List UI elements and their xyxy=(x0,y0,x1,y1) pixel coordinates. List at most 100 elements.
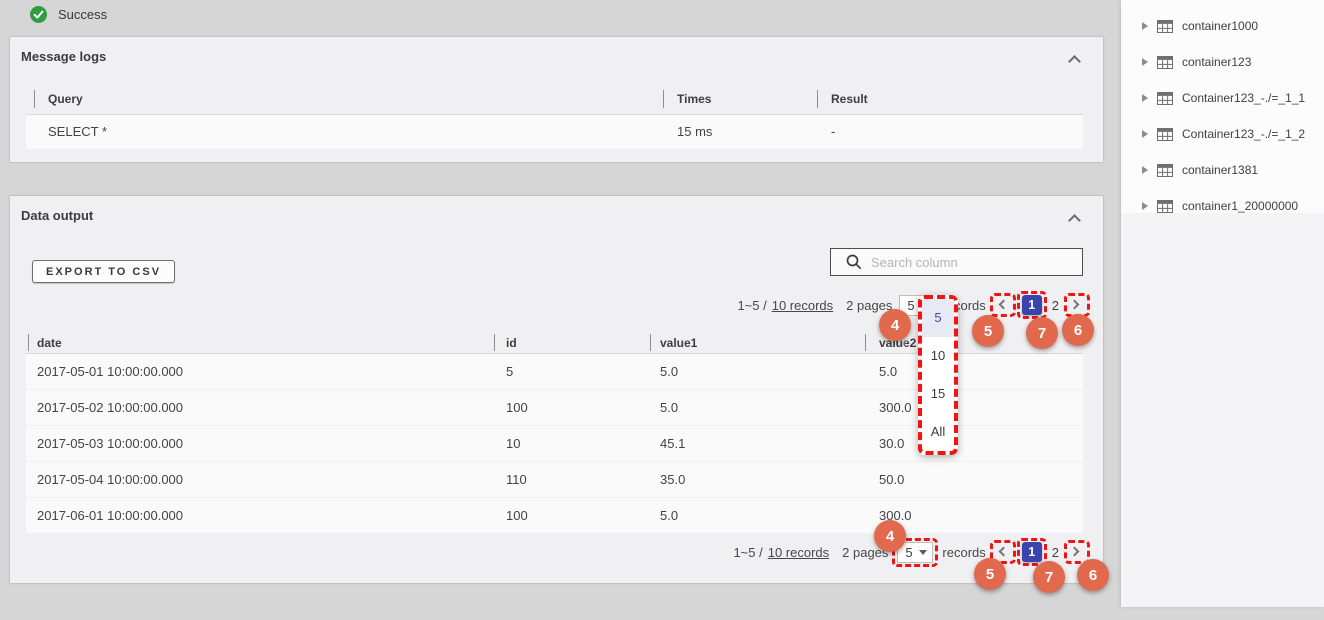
annotation-badge-5: 5 xyxy=(974,558,1006,590)
expand-arrow-icon[interactable] xyxy=(1142,58,1148,66)
message-logs-panel: Message logs Query Times Result SELECT *… xyxy=(10,37,1103,162)
column-header-times: Times xyxy=(677,92,711,106)
cell-date: 2017-05-03 10:00:00.000 xyxy=(37,426,183,461)
expand-arrow-icon[interactable] xyxy=(1142,130,1148,138)
tree-item-label: container1381 xyxy=(1182,163,1258,177)
cell-value1: 5.0 xyxy=(660,498,678,533)
column-header-value1[interactable]: value1 xyxy=(660,336,697,350)
tree-item-container1000[interactable]: container1000 xyxy=(1121,8,1324,44)
cell-value2: 50.0 xyxy=(879,462,904,497)
page-size-option-15[interactable]: 15 xyxy=(922,375,954,413)
page-size-option-5[interactable]: 5 xyxy=(922,299,954,337)
container-tree-sidebar: container1000 container123 xyxy=(1121,0,1324,607)
annotation-badge-5: 5 xyxy=(972,315,1004,347)
table-row: 2017-06-01 10:00:00.000 100 5.0 300.0 xyxy=(26,498,1083,533)
tree-item-label: container123 xyxy=(1182,55,1251,69)
records-count-link[interactable]: 10 records xyxy=(768,545,829,560)
chevron-up-icon xyxy=(1068,214,1081,227)
column-separator xyxy=(865,334,866,351)
chevron-left-icon xyxy=(998,300,1008,310)
expand-arrow-icon[interactable] xyxy=(1142,202,1148,210)
data-output-panel: Data output EXPORT TO CSV 1~5 / 10 recor… xyxy=(10,196,1103,583)
annotation-badge-6: 6 xyxy=(1062,314,1094,346)
page-size-option-10[interactable]: 10 xyxy=(922,337,954,375)
caret-down-icon xyxy=(919,550,927,555)
data-output-title: Data output xyxy=(21,208,93,223)
annotation-badge-6: 6 xyxy=(1077,559,1109,591)
column-header-id[interactable]: id xyxy=(506,336,517,350)
page-size-dropdown-menu: 5 10 15 All xyxy=(918,295,958,455)
pages-count: 2 pages xyxy=(846,298,892,313)
prev-page-button[interactable] xyxy=(995,297,1011,313)
cell-value2: 5.0 xyxy=(879,354,897,389)
table-grid-icon xyxy=(1157,20,1173,33)
record-range: 1~5 / xyxy=(737,298,766,313)
expand-arrow-icon[interactable] xyxy=(1142,22,1148,30)
tree-item-container1381[interactable]: container1381 xyxy=(1121,152,1324,188)
cell-date: 2017-06-01 10:00:00.000 xyxy=(37,498,183,533)
collapse-data-output-button[interactable] xyxy=(1067,212,1083,226)
tree-item-label: container1000 xyxy=(1182,19,1258,33)
annotation-badge-7: 7 xyxy=(1033,561,1065,593)
export-to-csv-button[interactable]: EXPORT TO CSV xyxy=(32,260,175,283)
page-1-button[interactable]: 1 xyxy=(1022,295,1042,315)
pagination-top: 1~5 / 10 records 2 pages 5 records 1 2 xyxy=(737,292,1087,318)
next-page-button[interactable] xyxy=(1069,544,1085,560)
cell-times: 15 ms xyxy=(677,115,712,149)
chevron-up-icon xyxy=(1068,55,1081,68)
annotation-badge-4: 4 xyxy=(874,520,906,552)
cell-value1: 5.0 xyxy=(660,390,678,425)
search-column-box xyxy=(830,248,1083,276)
collapse-message-logs-button[interactable] xyxy=(1067,53,1083,67)
page-size-value: 5 xyxy=(907,298,914,313)
cell-id: 110 xyxy=(506,462,527,497)
cell-result: - xyxy=(831,115,835,149)
page-size-option-all[interactable]: All xyxy=(922,413,954,451)
table-grid-icon xyxy=(1157,200,1173,213)
annotation-box-page1: 1 xyxy=(1017,291,1047,319)
tree-item-container123-1-2[interactable]: Container123_-./=_1_2 xyxy=(1121,116,1324,152)
page-2-button[interactable]: 2 xyxy=(1051,545,1060,560)
cell-value2: 300.0 xyxy=(879,390,912,425)
search-input[interactable] xyxy=(871,255,1061,270)
chevron-right-icon xyxy=(1070,547,1080,557)
tree-item-label: Container123_-./=_1_1 xyxy=(1182,91,1305,105)
expand-arrow-icon[interactable] xyxy=(1142,94,1148,102)
cell-date: 2017-05-01 10:00:00.000 xyxy=(37,354,183,389)
annotation-badge-4: 4 xyxy=(879,309,911,341)
table-grid-icon xyxy=(1157,56,1173,69)
expand-arrow-icon[interactable] xyxy=(1142,166,1148,174)
records-count-link[interactable]: 10 records xyxy=(772,298,833,313)
tree-item-container123-1-1[interactable]: Container123_-./=_1_1 xyxy=(1121,80,1324,116)
message-logs-title: Message logs xyxy=(21,49,106,64)
table-row: SELECT * 15 ms - xyxy=(26,115,1083,149)
pagination-bottom: 1~5 / 10 records 2 pages 5 records 1 2 xyxy=(733,539,1087,565)
page-1-button[interactable]: 1 xyxy=(1022,542,1042,562)
table-grid-icon xyxy=(1157,164,1173,177)
cell-value1: 5.0 xyxy=(660,354,678,389)
column-separator xyxy=(650,334,651,351)
page-size-value: 5 xyxy=(905,545,912,560)
column-header-date[interactable]: date xyxy=(37,336,62,350)
next-page-button[interactable] xyxy=(1069,297,1085,313)
cell-value1: 35.0 xyxy=(660,462,685,497)
container-tree: container1000 container123 xyxy=(1121,0,1324,213)
cell-id: 5 xyxy=(506,354,513,389)
column-separator xyxy=(494,334,495,351)
query-result-screen: Success Message logs Query Times Result … xyxy=(0,0,1324,620)
records-label: records xyxy=(942,545,985,560)
cell-date: 2017-05-02 10:00:00.000 xyxy=(37,390,183,425)
column-separator xyxy=(817,90,818,108)
tree-item-container1-20000000[interactable]: container1_20000000 xyxy=(1121,188,1324,213)
search-icon xyxy=(846,254,862,270)
prev-page-button[interactable] xyxy=(995,544,1011,560)
cell-date: 2017-05-04 10:00:00.000 xyxy=(37,462,183,497)
cell-id: 100 xyxy=(506,498,528,533)
cell-query: SELECT * xyxy=(48,115,107,149)
tree-item-label: container1_20000000 xyxy=(1182,199,1298,213)
tree-item-container123[interactable]: container123 xyxy=(1121,44,1324,80)
annotation-box-prev xyxy=(990,293,1016,317)
column-separator xyxy=(28,334,29,351)
page-2-button[interactable]: 2 xyxy=(1051,298,1060,313)
table-row: 2017-05-04 10:00:00.000 110 35.0 50.0 xyxy=(26,462,1083,497)
